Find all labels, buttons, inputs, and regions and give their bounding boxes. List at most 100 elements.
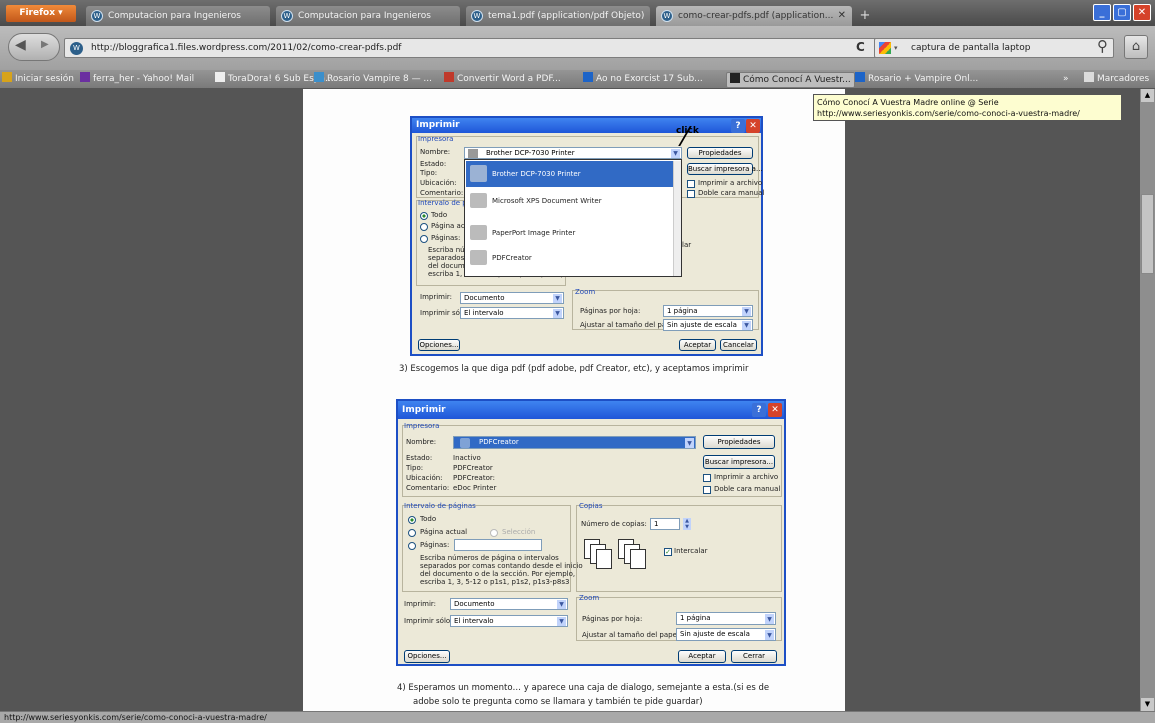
scroll-up-icon[interactable]: ▲ [1141,89,1154,102]
bookmarks-overflow-icon[interactable]: » [1063,72,1069,86]
collate-checkbox: ✓ [664,548,672,556]
label-scale: Ajustar al tamaño del papel: [582,631,682,639]
label-name: Nombre: [406,438,437,446]
dropdown-item: PDFCreator [466,246,673,272]
bookmark-ao-no-exorcist[interactable]: Ao no Exorcist 17 Sub... [583,72,703,86]
firefox-menu-button[interactable]: Firefox ▾ [6,5,76,22]
dropdown-item-label: PaperPort Image Printer [492,229,576,237]
duplex-checkbox [703,486,711,494]
type-value: PDFCreator [453,464,493,472]
close-button: Cerrar [731,650,777,663]
tab-computacion-1[interactable]: W Computacion para Ingenieros [86,6,270,26]
bookmark-tooltip: Cómo Conocí A Vuestra Madre online @ Ser… [813,94,1122,121]
search-engine-dropdown-icon[interactable]: ▾ [894,39,898,57]
accept-button: Aceptar [678,650,726,663]
close-tab-icon[interactable]: ✕ [838,6,846,26]
print-dialog-screenshot-2: Imprimir ? ✕ Impresora Nombre: PDFCreato… [396,399,786,666]
pages-per-sheet-select: 1 página ▼ [663,305,753,317]
collate-label-partial: lar [682,241,692,249]
duplex-checkbox [687,190,695,198]
tab-tema1-pdf[interactable]: W tema1.pdf (application/pdf Objeto) [466,6,650,26]
back-arrow-icon[interactable]: ◀ [15,37,26,53]
site-identity-icon[interactable]: W [70,42,83,55]
radio-selection [490,529,498,537]
bookmark-convertir-word[interactable]: Convertir Word a PDF... [444,72,561,86]
radio-current-page [420,223,428,231]
print-to-file-checkbox [687,180,695,188]
location-value: PDFCreator: [453,474,495,482]
radio-all [408,516,416,524]
label-pages-per-sheet: Páginas por hoja: [582,615,643,623]
new-tab-icon[interactable]: + [857,8,873,24]
tab-computacion-2[interactable]: W Computacion para Ingenieros [276,6,460,26]
hint-line: escriba 1, 3, 5-12 o p1s1, p1s2, p1s3-p8… [420,578,570,586]
bookmark-label: Iniciar sesión [15,74,75,84]
tab-como-crear-pdfs[interactable]: W como-crear-pdfs.pdf (application... ✕ [656,6,852,26]
printer-icon [460,438,470,448]
label-status: Estado: [406,454,433,462]
search-magnifier-icon[interactable]: ⚲ [1097,37,1108,55]
scroll-down-icon[interactable]: ▼ [1141,698,1154,711]
dropdown-arrow-icon: ▼ [765,614,774,624]
collate-label: Intercalar [674,547,708,555]
print-only-select: El intervalo ▼ [450,615,568,627]
search-box[interactable]: ▾ captura de pantalla laptop [874,38,1114,58]
bookmark-rosario-vampire-onl[interactable]: Rosario + Vampire Onl... [855,72,978,86]
dropdown-item-label: PDFCreator [492,254,532,262]
printer-icon [470,225,487,240]
printer-name-value: Brother DCP-7030 Printer [486,149,575,157]
google-icon[interactable] [879,42,891,54]
scrollbar-thumb[interactable] [1141,194,1154,274]
hint-line: Escriba nú [428,246,465,254]
bookmark-label: Rosario Vampire 8 — ... [327,74,433,84]
collate-page-icon [596,549,612,569]
url-bar[interactable]: W http://bloggrafica1.files.wordpress.co… [64,38,912,58]
duplex-label: Doble cara manual [714,485,781,493]
find-printer-button: Buscar impresora a... [687,163,763,175]
printer-icon [470,165,487,182]
step-3-text: 3) Escogemos la que diga pdf (pdf adobe,… [399,364,749,374]
scale-value: Sin ajuste de escala [667,321,737,329]
forward-arrow-icon[interactable]: ▶ [41,39,49,50]
bookmark-rosario-vampire-8[interactable]: Rosario Vampire 8 — ... [314,72,432,86]
duplex-label: Doble cara manual [698,189,765,197]
printer-icon [470,193,487,208]
wordpress-icon: W [471,10,483,22]
bookmarks-menu-label: Marcadores [1097,74,1150,84]
converter-icon [444,72,454,82]
vertical-scrollbar[interactable]: ▲ ▼ [1140,89,1155,711]
pages-per-sheet-value: 1 página [680,614,711,622]
copies-input: 1 [650,518,680,530]
radio-current-page-label: Página actual [420,528,468,536]
yahoo-mail-icon [80,72,90,82]
home-icon[interactable]: ⌂ [1124,35,1148,59]
radio-current-page-label: Página act [431,222,468,230]
bookmark-yahoo-mail[interactable]: ferra_her - Yahoo! Mail [80,72,194,86]
bookmarks-menu[interactable]: Marcadores [1084,72,1149,86]
close-window-icon[interactable]: ✕ [1133,4,1151,21]
viewer-background-right [845,89,1140,711]
printer-name-select: PDFCreator ▼ [453,436,696,449]
print-to-file-checkbox [703,474,711,482]
scale-value: Sin ajuste de escala [680,630,750,638]
printer-icon [470,250,487,265]
copies-spinner-icon: ▲ ▼ [683,518,691,530]
maximize-icon[interactable]: ▢ [1113,4,1131,21]
print-to-file-label: Imprimir a archivo [714,473,779,481]
radio-selection-label: Selección [502,528,536,536]
site-a-icon [855,72,865,82]
print-to-file-label: Imprimir a archivo [698,179,763,187]
scale-select: Sin ajuste de escala ▼ [676,628,776,641]
radio-pages-label: Páginas: [431,234,461,242]
label-location: Ubicación: [420,179,457,187]
pages-input [454,539,542,551]
minimize-icon[interactable]: _ [1093,4,1111,21]
label-comment: Comentario: [420,189,464,197]
dropdown-arrow-icon: ▼ [765,630,774,640]
bookmark-como-conoci[interactable]: Cómo Conocí A Vuestr... [726,72,855,88]
pages-per-sheet-value: 1 página [667,307,698,315]
bookmark-iniciar-sesion[interactable]: Iniciar sesión [2,72,74,86]
radio-all-label: Todo [431,211,448,219]
options-button: Opciones... [418,339,460,351]
reload-icon[interactable]: C [856,40,865,54]
